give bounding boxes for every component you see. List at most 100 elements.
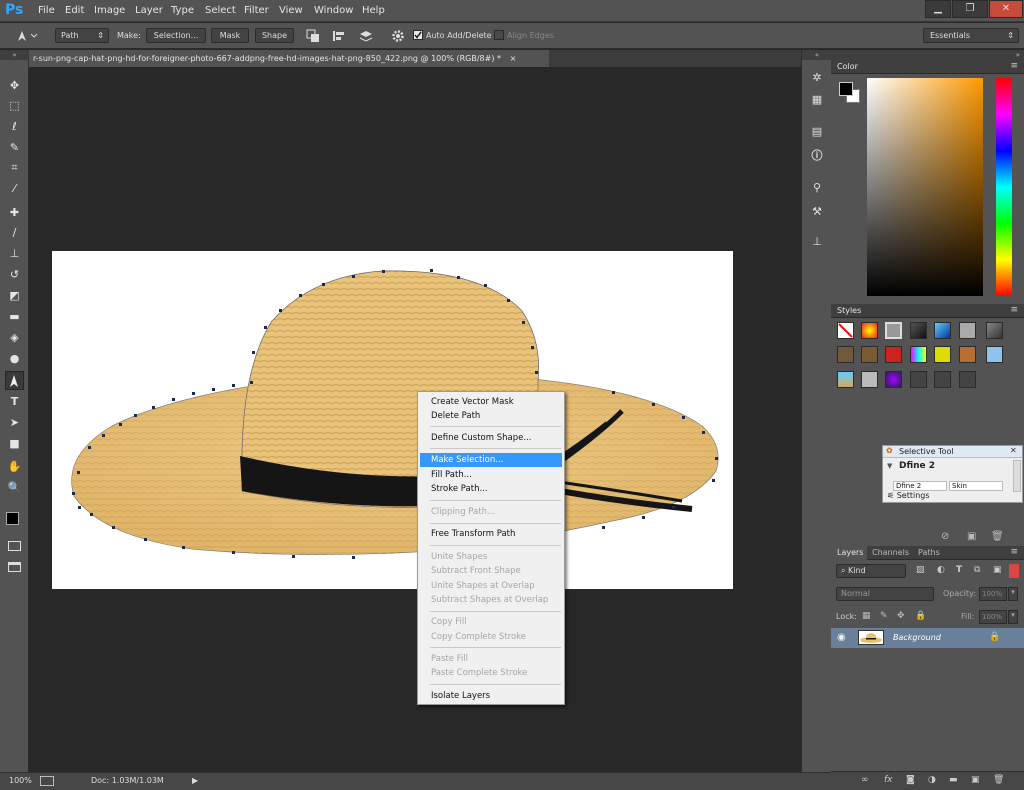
tab-channels[interactable]: Channels xyxy=(872,548,909,557)
menu-type[interactable]: Type xyxy=(171,5,194,16)
menu-window[interactable]: Window xyxy=(314,5,353,16)
pen-tool-icon[interactable] xyxy=(5,371,24,390)
filter-toggle-icon[interactable] xyxy=(1009,564,1019,578)
clear-style-icon[interactable]: ⊘ xyxy=(941,531,949,542)
foreground-color-swatch[interactable] xyxy=(6,512,19,525)
filter-smart-object-icon[interactable]: ▣ xyxy=(993,565,1002,575)
pen-mode-select[interactable]: Path ⇕ xyxy=(55,28,109,43)
fill-path-item[interactable]: Fill Path... xyxy=(420,468,562,482)
copy-fill-item[interactable]: Copy Fill xyxy=(420,615,562,629)
lock-position-icon[interactable]: ✥ xyxy=(897,611,905,621)
opacity-dropdown-icon[interactable]: ▾ xyxy=(1008,587,1018,601)
hand-tool-icon[interactable]: ✋ xyxy=(5,457,24,476)
move-tool-icon[interactable]: ✥ xyxy=(5,76,24,95)
make-mask-button[interactable]: Mask xyxy=(211,28,249,43)
path-select-tool-icon[interactable]: ➤ xyxy=(5,413,24,432)
marquee-tool-icon[interactable]: ⬚ xyxy=(5,96,24,115)
menu-image[interactable]: Image xyxy=(94,5,125,16)
menu-filter[interactable]: Filter xyxy=(244,5,269,16)
path-operations-icon[interactable] xyxy=(306,29,320,43)
eye-icon[interactable]: ◉ xyxy=(837,632,846,643)
document-canvas[interactable] xyxy=(52,251,733,589)
blend-mode-select[interactable]: Normal xyxy=(836,587,934,601)
navigator-icon[interactable]: ✲ xyxy=(809,70,825,86)
align-edges-checkbox[interactable] xyxy=(494,30,504,40)
fill-dropdown-icon[interactable]: ▾ xyxy=(1008,610,1018,624)
filter-shape-icon[interactable]: ⧉ xyxy=(974,565,980,575)
screen-mode-icon[interactable] xyxy=(8,562,21,572)
eyedropper-tool-icon[interactable]: ⁄ xyxy=(5,179,24,198)
style-none-swatch[interactable] xyxy=(837,322,854,339)
layer-row-background[interactable]: ◉ Background 🔒 xyxy=(831,628,1024,648)
style-swatch[interactable] xyxy=(934,371,951,388)
selective-preset-item[interactable]: Dfine 2 xyxy=(893,481,947,491)
selective-scrollbar[interactable] xyxy=(1013,460,1021,492)
menu-view[interactable]: View xyxy=(279,5,303,16)
style-swatch[interactable] xyxy=(837,371,854,388)
histogram-icon[interactable]: ▦ xyxy=(809,92,825,108)
unite-shapes-item[interactable]: Unite Shapes xyxy=(420,550,562,564)
path-arrangement-icon[interactable] xyxy=(358,29,374,43)
selective-tool-titlebar[interactable]: ✿ Selective Tool ✕ xyxy=(883,446,1022,458)
new-style-icon[interactable]: ▣ xyxy=(967,531,976,542)
stamp-tool-icon[interactable]: ⊥ xyxy=(5,244,24,263)
style-swatch[interactable] xyxy=(910,371,927,388)
style-swatch[interactable] xyxy=(959,371,976,388)
menu-layer[interactable]: Layer xyxy=(135,5,163,16)
tab-layers[interactable]: Layers xyxy=(831,546,867,560)
auto-add-delete-checkbox[interactable] xyxy=(413,30,423,40)
style-swatch[interactable] xyxy=(959,322,976,339)
style-swatch[interactable] xyxy=(934,322,951,339)
style-swatch[interactable] xyxy=(910,346,927,363)
shape-tool-icon[interactable]: ■ xyxy=(5,434,24,453)
style-swatch[interactable] xyxy=(861,322,878,339)
blur-tool-icon[interactable]: ◈ xyxy=(5,328,24,347)
menu-select[interactable]: Select xyxy=(205,5,236,16)
unite-shapes-overlap-item[interactable]: Unite Shapes at Overlap xyxy=(420,579,562,593)
stroke-path-item[interactable]: Stroke Path... xyxy=(420,482,562,496)
restore-button[interactable]: ❐ xyxy=(952,0,988,18)
paste-fill-item[interactable]: Paste Fill xyxy=(420,652,562,666)
history-icon[interactable]: ▤ xyxy=(809,124,825,140)
eraser-tool-icon[interactable]: ◩ xyxy=(5,286,24,305)
lock-image-icon[interactable]: ✎ xyxy=(880,611,888,621)
quick-select-tool-icon[interactable]: ✎ xyxy=(5,138,24,157)
zoom-tool-icon[interactable]: 🔍 xyxy=(5,478,24,497)
healing-tool-icon[interactable]: ✚ xyxy=(5,203,24,222)
path-alignment-icon[interactable] xyxy=(332,29,346,43)
layer-style-icon[interactable]: fx xyxy=(884,775,893,785)
style-swatch[interactable] xyxy=(986,322,1003,339)
style-swatch[interactable] xyxy=(910,322,927,339)
make-shape-button[interactable]: Shape xyxy=(255,28,294,43)
style-swatch[interactable] xyxy=(885,346,902,363)
history-brush-tool-icon[interactable]: ↺ xyxy=(5,265,24,284)
style-swatch[interactable] xyxy=(861,346,878,363)
minimize-button[interactable]: ▁ xyxy=(925,0,951,18)
status-menu-arrow-icon[interactable]: ▶ xyxy=(192,776,198,785)
menu-help[interactable]: Help xyxy=(362,5,385,16)
panel-menu-icon[interactable]: ≡ xyxy=(1010,305,1018,315)
filter-adjustment-icon[interactable]: ◐ xyxy=(937,565,945,575)
selective-preset-item[interactable]: Skin xyxy=(949,481,1003,491)
collapse-arrows-icon[interactable]: » xyxy=(831,50,1024,60)
panel-menu-icon[interactable]: ≡ xyxy=(1010,61,1018,71)
style-swatch[interactable] xyxy=(959,346,976,363)
create-vector-mask-item[interactable]: Create Vector Mask xyxy=(420,395,562,409)
paste-complete-stroke-item[interactable]: Paste Complete Stroke xyxy=(420,666,562,680)
collapse-arrows-icon[interactable]: « xyxy=(802,50,832,60)
lock-all-icon[interactable]: 🔒 xyxy=(915,611,926,621)
lasso-tool-icon[interactable]: ℓ xyxy=(5,117,24,136)
tab-close-icon[interactable]: × xyxy=(510,54,517,63)
crop-tool-icon[interactable]: ⌗ xyxy=(5,158,24,177)
gear-icon[interactable] xyxy=(391,29,405,43)
menu-edit[interactable]: Edit xyxy=(65,5,84,16)
pen-tool-preset-icon[interactable] xyxy=(14,27,38,43)
subtract-shapes-overlap-item[interactable]: Subtract Shapes at Overlap xyxy=(420,593,562,607)
export-icon[interactable] xyxy=(40,776,54,786)
zoom-level[interactable]: 100% xyxy=(9,776,32,785)
new-layer-icon[interactable]: ▣ xyxy=(971,775,980,785)
link-layers-icon[interactable]: ∞ xyxy=(861,775,869,785)
styles-panel-title[interactable]: Styles xyxy=(837,306,861,315)
add-mask-icon[interactable]: ◙ xyxy=(906,775,915,785)
fill-input[interactable]: 100% xyxy=(979,610,1007,624)
